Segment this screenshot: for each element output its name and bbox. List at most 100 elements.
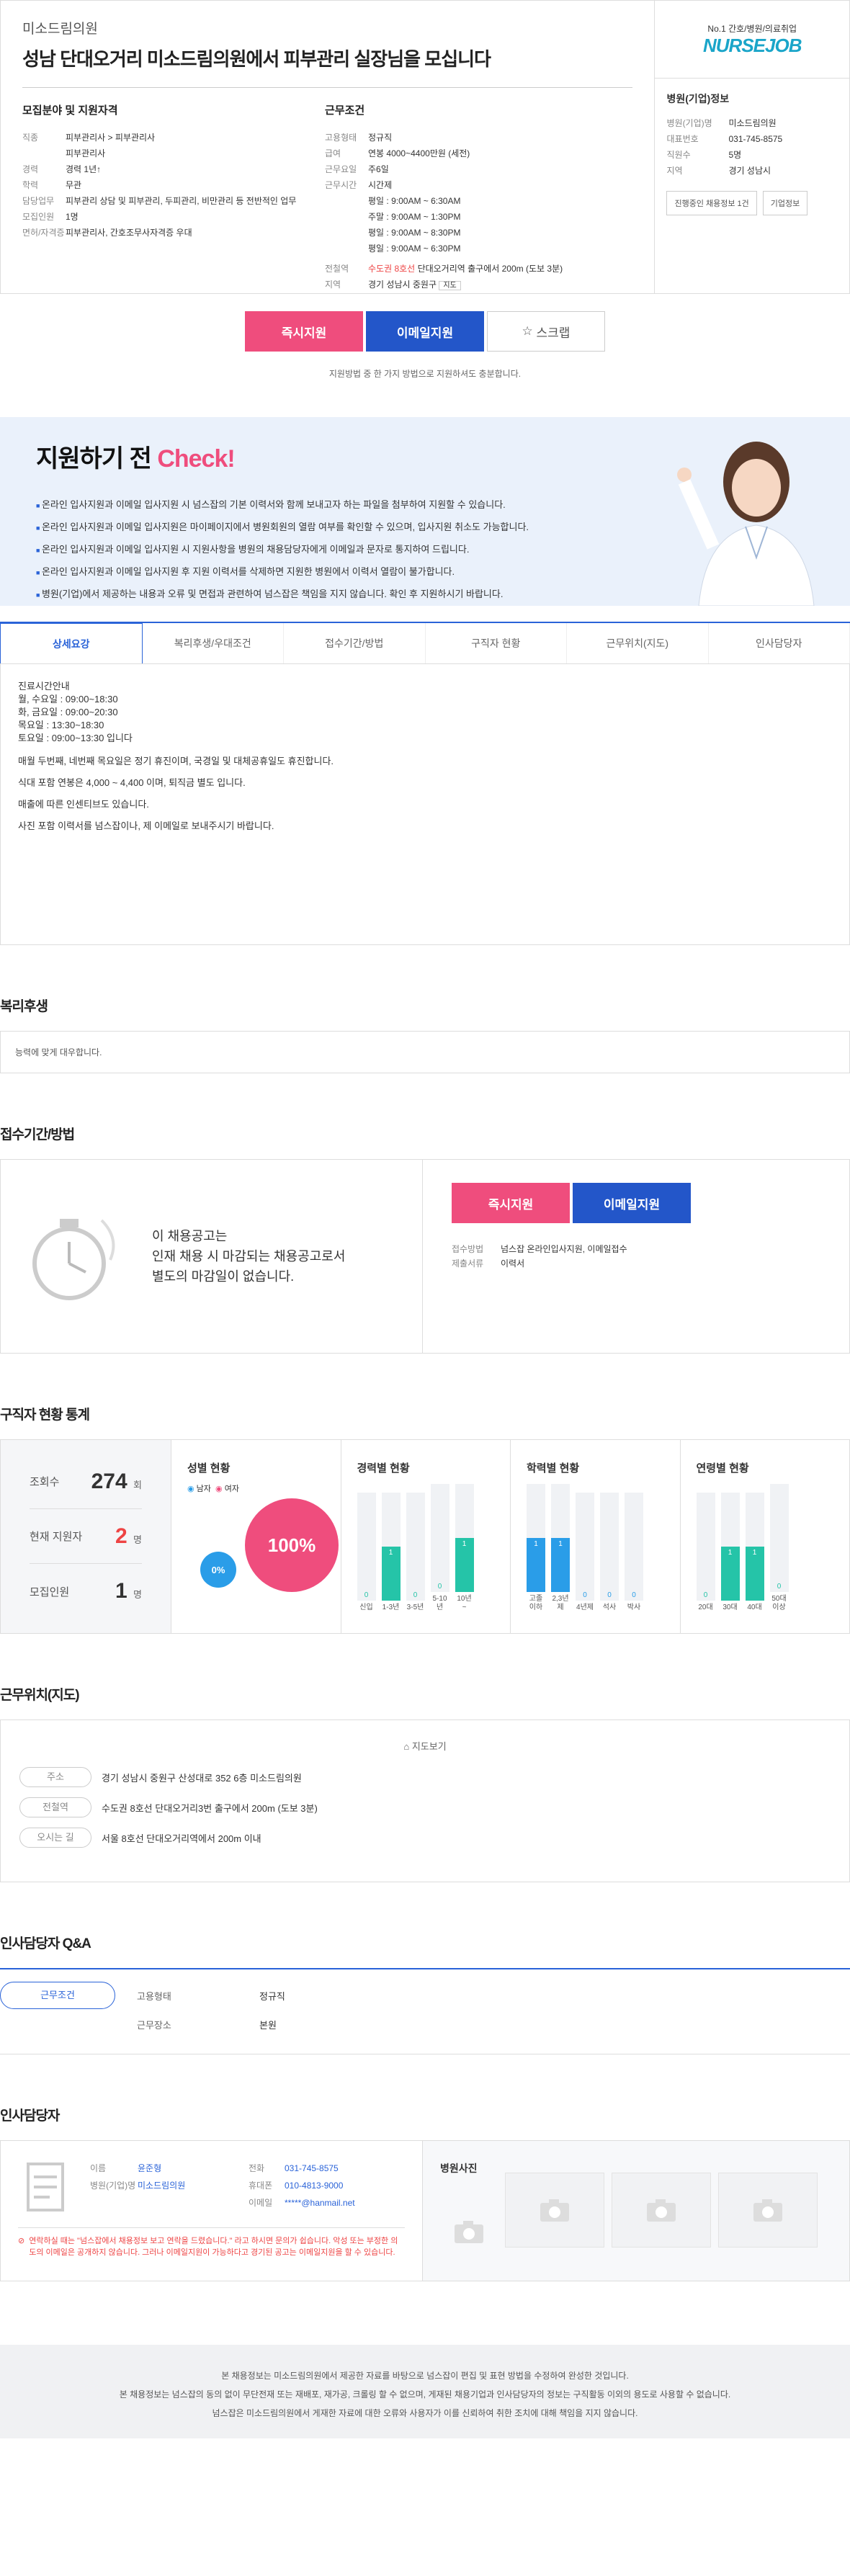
- tab-1[interactable]: 복리후생/우대조건: [143, 623, 284, 663]
- female-pct: 100%: [267, 1534, 316, 1556]
- side-info-row: 대표번호 031-745-8575: [666, 132, 838, 146]
- docs-value: 이력서: [501, 1258, 525, 1269]
- tab-0[interactable]: 상세요강: [0, 623, 143, 663]
- bar-value: 0: [413, 1591, 418, 1599]
- detail-line: 목요일 : 13:30~18:30: [18, 720, 104, 730]
- photo-slot-2[interactable]: [612, 2173, 711, 2248]
- applicants-count: 2: [115, 1524, 128, 1548]
- map-view-button[interactable]: ⌂ 지도보기: [19, 1739, 831, 1753]
- cond-value: 주말 : 9:00AM ~ 1:30PM: [368, 212, 461, 222]
- bar-value: 0: [364, 1591, 369, 1599]
- email-apply-button[interactable]: 이메일지원: [366, 311, 484, 352]
- apply-note: 지원방법 중 한 가지 방법으로 지원하셔도 충분합니다.: [328, 369, 522, 379]
- bar-track: 0: [600, 1493, 619, 1601]
- detail-line: 사진 포함 이력서를 넘스잡이나, 제 이메일로 보내주시기 바랍니다.: [18, 820, 274, 831]
- req-value: 피부관리 상담 및 피부관리, 두피관리, 비만관리 등 전반적인 업무: [66, 196, 297, 206]
- bar-track: 0: [357, 1493, 376, 1601]
- req-row: 학력 무관: [22, 178, 325, 192]
- company-info-button[interactable]: 기업정보: [762, 191, 808, 215]
- map-view-label: 지도보기: [411, 1741, 447, 1752]
- bar-value: 0: [777, 1583, 782, 1591]
- hospital-sidebar: No.1 간호/병원/의료취업 NURSEJOB 병원(기업)정보 병원(기업)…: [655, 1, 849, 293]
- age-chart: 연령별 현황 0 20대 1 30대 1 40대 0 50대이상: [679, 1440, 850, 1633]
- tab-2[interactable]: 접수기간/방법: [284, 623, 426, 663]
- detail-content: 진료시간안내 월, 수요일 : 09:00~18:30 화, 금요일 : 09:00…: [0, 664, 850, 945]
- tab-5[interactable]: 인사담당자: [709, 623, 850, 663]
- apply-now-button-2[interactable]: 즉시지원: [452, 1183, 570, 1223]
- map-title: 근무위치(지도): [0, 1688, 80, 1703]
- cond-row: 근무요일 주6일: [325, 162, 627, 176]
- cond-key: 근무시간: [325, 180, 357, 190]
- bar-label: 석사: [602, 1604, 617, 1611]
- job-summary: 미소드림의원 성남 단대오거리 미소드림의원에서 피부관리 실장님을 모십니다 …: [1, 1, 656, 295]
- detail-line: 토요일 : 09:00~13:30 입니다: [18, 733, 133, 743]
- cond-key: 고용형태: [325, 133, 357, 143]
- period-text-2: 인재 채용 시 마감되는 채용공고로서: [152, 1249, 346, 1264]
- address-value: 경기 성남시 중원구 산성대로 352 6층 미소드림의원: [102, 1772, 302, 1784]
- cond-value: 평일 : 9:00AM ~ 8:30PM: [368, 228, 461, 238]
- req-value: 피부관리사 > 피부관리사: [66, 133, 156, 143]
- conditions: 근무조건 고용형태 정규직 급여 연봉 4000~4400만원 (세전) 근무요일 주6일…: [325, 102, 627, 295]
- logo-text: NURSEJOB: [703, 35, 802, 56]
- mail-value[interactable]: *****@hanmail.net: [285, 2198, 355, 2208]
- mobile-value[interactable]: 010-4813-9000: [285, 2181, 343, 2191]
- cond-row: 급여 연봉 4000~4400만원 (세전): [325, 146, 627, 161]
- bar-value: 1: [462, 1540, 467, 1548]
- bar-value: 0: [703, 1591, 708, 1599]
- tab-4[interactable]: 근무위치(지도): [567, 623, 709, 663]
- bar-value: 0: [607, 1591, 612, 1599]
- req-key: 직종: [22, 133, 39, 143]
- bar-track: 0: [406, 1493, 425, 1601]
- manager-name: 윤준형: [138, 2163, 162, 2173]
- male-pct: 0%: [211, 1564, 225, 1575]
- qa-title: 인사담당자 Q&A: [0, 1936, 91, 1951]
- bar-label: 50대이상: [771, 1595, 787, 1611]
- bar-value: 1: [558, 1540, 563, 1548]
- check-title-1: 지원하기 전: [36, 445, 152, 473]
- req-key: 담당업무: [22, 196, 55, 206]
- gender-title: 성별 현황: [187, 1462, 231, 1475]
- email-apply-button-2[interactable]: 이메일지원: [573, 1183, 691, 1223]
- photo-slot-1[interactable]: [505, 2173, 604, 2248]
- bar-label: 30대: [722, 1604, 738, 1611]
- nursejob-logo[interactable]: No.1 간호/병원/의료취업 NURSEJOB: [655, 1, 849, 79]
- qa-key-1: 고용형태: [137, 1990, 171, 2002]
- requirements: 모집분야 및 지원자격 직종 피부관리사 > 피부관리사 피부관리사 경력 경력 1년↑…: [22, 102, 325, 295]
- req-key: 학력: [22, 180, 39, 190]
- company-name[interactable]: 미소드림의원: [22, 18, 632, 37]
- bar-label: 3-5년: [406, 1604, 424, 1611]
- tel-value[interactable]: 031-745-8575: [285, 2163, 339, 2173]
- qa-value-1: 정규직: [259, 1990, 285, 2002]
- detail-line: 화, 금요일 : 09:00~20:30: [18, 707, 118, 717]
- photo-slot-3[interactable]: [718, 2173, 818, 2248]
- footer-line-1: 본 채용정보는 미소드림의원에서 제공한 자료를 바탕으로 넘스잡이 편집 및 …: [221, 2371, 629, 2381]
- footer-line-2: 본 채용정보는 넘스잡의 동의 없이 무단전재 또는 재배포, 재가공, 크롤링…: [119, 2389, 731, 2400]
- male-legend: 남자: [196, 1485, 211, 1493]
- bar-track: 1: [527, 1484, 545, 1592]
- views-unit: 회: [133, 1479, 142, 1490]
- address-pill: 주소: [19, 1767, 91, 1787]
- qa-value-2: 본원: [259, 2019, 277, 2031]
- cond-value: 평일 : 9:00AM ~ 6:30AM: [368, 196, 461, 206]
- scrap-button[interactable]: ☆ 스크랩: [487, 311, 605, 352]
- scrap-label: 스크랩: [536, 326, 571, 340]
- req-row: 면허/자격증 피부관리사, 간호조무사자격증 우대: [22, 225, 325, 240]
- bar-track: 1: [720, 1493, 740, 1601]
- period-text-3: 별도의 마감일이 없습니다.: [152, 1269, 295, 1284]
- req-key: 모집인원: [22, 212, 55, 222]
- applicants-key: 현재 지원자: [30, 1531, 83, 1543]
- detail-line: 식대 포함 연봉은 4,000 ~ 4,400 이며, 퇴직금 별도 입니다.: [18, 777, 246, 788]
- bar-group: 0 3-5년: [406, 1493, 425, 1612]
- camera-icon: [540, 2199, 569, 2222]
- manager-title: 인사담당자: [0, 2108, 60, 2124]
- req-row: 모집인원 1명: [22, 210, 325, 224]
- tab-3[interactable]: 구직자 현황: [426, 623, 567, 663]
- page-title: 성남 단대오거리 미소드림의원에서 피부관리 실장님을 모십니다: [22, 48, 491, 70]
- apply-now-button[interactable]: 즉시지원: [245, 311, 363, 352]
- map-button[interactable]: 지도: [439, 281, 461, 290]
- qa-tab-conditions[interactable]: 근무조건: [0, 1982, 115, 2009]
- bar-group: 0 신입: [357, 1493, 376, 1612]
- ongoing-jobs-button[interactable]: 진행중인 채용정보 1건: [666, 191, 757, 215]
- welfare-text: 능력에 맞게 대우합니다.: [0, 1031, 850, 1073]
- cond-value: 주6일: [368, 164, 389, 174]
